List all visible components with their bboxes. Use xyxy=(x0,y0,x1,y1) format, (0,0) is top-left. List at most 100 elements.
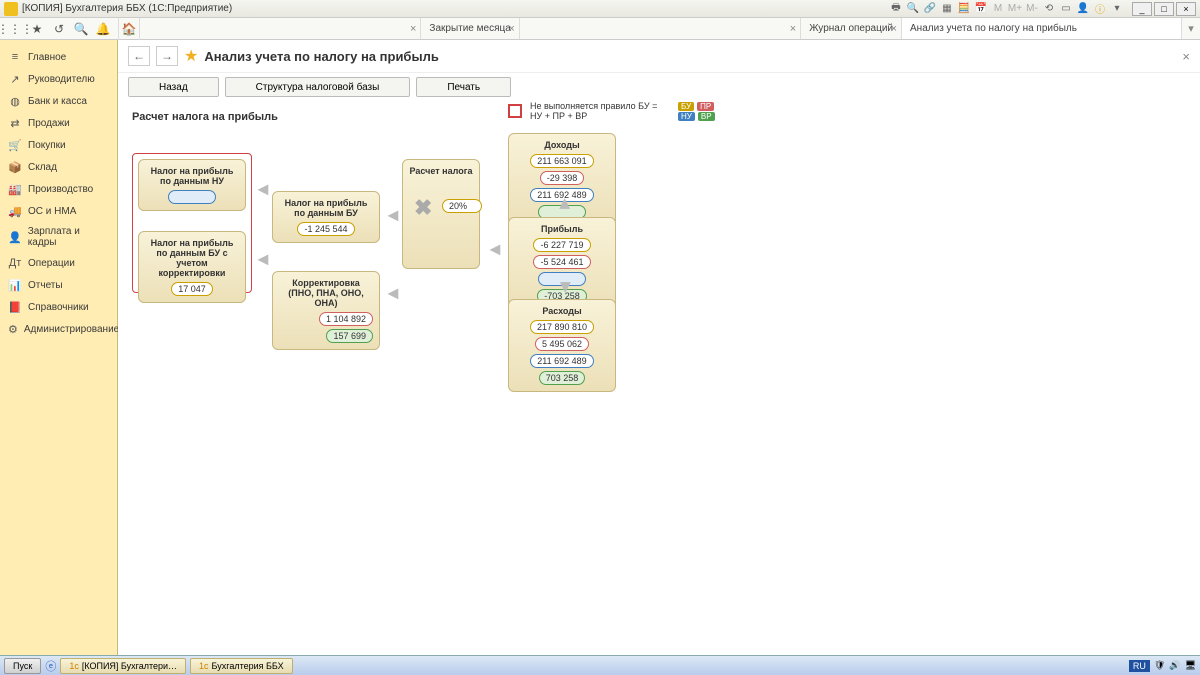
apps-icon[interactable]: ⋮⋮⋮ xyxy=(8,22,22,36)
tray-icon[interactable]: 🖥 xyxy=(1185,660,1196,671)
legend-vr: ВР xyxy=(698,112,715,121)
sidebar-item-reports[interactable]: 📊Отчеты xyxy=(0,274,117,296)
tab-analysis[interactable]: Анализ учета по налогу на прибыль xyxy=(902,18,1182,39)
arrow-icon: ◄ xyxy=(254,179,272,200)
diagram: Налог на прибыль по данным НУ Налог на п… xyxy=(132,143,1186,423)
sidebar-item-sales[interactable]: ⇄Продажи xyxy=(0,112,117,134)
cart-icon: 🛒 xyxy=(8,138,22,152)
taskbar: Пуск ⓔ 1c[КОПИЯ] Бухгалтери… 1cБухгалтер… xyxy=(0,655,1200,675)
canvas: Не выполняется правило БУ = НУ + ПР + ВР… xyxy=(118,101,1200,655)
arrow-icon: ◄ xyxy=(384,283,402,304)
nav-back-button[interactable]: ← xyxy=(128,46,150,66)
calc-icon[interactable]: 🧮 xyxy=(957,2,971,16)
sidebar-item-operations[interactable]: ДтОперации xyxy=(0,252,117,274)
legend-pr: ПР xyxy=(697,102,714,111)
favorite-icon[interactable]: ★ xyxy=(30,22,44,36)
tab-closing-month[interactable]: Закрытие месяца× xyxy=(421,18,519,39)
legend: Не выполняется правило БУ = НУ + ПР + ВР… xyxy=(508,101,715,121)
gear-icon: ⚙ xyxy=(8,322,18,336)
tabs-dropdown[interactable]: ▾ xyxy=(1182,18,1200,39)
sidebar-item-admin[interactable]: ⚙Администрирование xyxy=(0,318,117,340)
info-icon[interactable]: ⓘ xyxy=(1093,2,1107,16)
close-icon[interactable]: × xyxy=(891,23,897,35)
calc-percent: 20% xyxy=(442,199,482,213)
tab-empty-2[interactable]: × xyxy=(520,18,801,39)
tab-empty-1[interactable]: × xyxy=(140,18,421,39)
arrow-icon: ◄ xyxy=(486,239,504,260)
content-header: ← → ★ Анализ учета по налогу на прибыль … xyxy=(118,40,1200,73)
panel-icon[interactable]: ▭ xyxy=(1059,2,1073,16)
close-button[interactable]: × xyxy=(1176,2,1196,16)
sidebar-item-bank[interactable]: ◍Банк и касса xyxy=(0,90,117,112)
close-icon[interactable]: × xyxy=(790,23,796,35)
window-title: [КОПИЯ] Бухгалтерия ББХ (1С:Предприятие) xyxy=(22,3,889,14)
print-icon[interactable]: 🖶 xyxy=(889,2,903,16)
node-tax-bu[interactable]: Налог на прибыль по данным БУ -1 245 544 xyxy=(272,191,380,243)
window-titlebar: [КОПИЯ] Бухгалтерия ББХ (1С:Предприятие)… xyxy=(0,0,1200,18)
node-tax-bu-corr[interactable]: Налог на прибыль по данным БУ с учетом к… xyxy=(138,231,246,303)
close-icon[interactable]: × xyxy=(508,23,514,35)
grid-icon[interactable]: ▦ xyxy=(940,2,954,16)
legend-rule: Не выполняется правило БУ = НУ + ПР + ВР xyxy=(530,101,670,121)
sidebar-item-manager[interactable]: ↗Руководителю xyxy=(0,68,117,90)
dt-icon: Дт xyxy=(8,256,22,270)
nav-forward-button[interactable]: → xyxy=(156,46,178,66)
box-icon: 📦 xyxy=(8,160,22,174)
node-correction[interactable]: Корректировка (ПНО, ПНА, ОНО, ОНА) 1 104… xyxy=(272,271,380,350)
link-icon[interactable]: 🔗 xyxy=(923,2,937,16)
top-nav: ⋮⋮⋮ ★ ↺ 🔍 🔔 🏠 × Закрытие месяца× × Журна… xyxy=(0,18,1200,40)
close-icon[interactable]: × xyxy=(410,23,416,35)
sidebar-item-assets[interactable]: 🚚ОС и НМА xyxy=(0,200,117,222)
tray-icon[interactable]: 🛡 xyxy=(1154,660,1165,671)
start-button[interactable]: Пуск xyxy=(4,658,41,674)
node-tax-nu[interactable]: Налог на прибыль по данным НУ xyxy=(138,159,246,211)
sidebar-item-warehouse[interactable]: 📦Склад xyxy=(0,156,117,178)
sidebar-item-main[interactable]: ≡Главное xyxy=(0,46,117,68)
language-indicator[interactable]: RU xyxy=(1129,660,1150,672)
arrow-icon: ◄ xyxy=(554,195,575,213)
tray-icon[interactable]: 🔊 xyxy=(1169,660,1180,671)
back-icon[interactable]: ⟲ xyxy=(1042,2,1056,16)
taskbar-item-2[interactable]: 1cБухгалтерия ББХ xyxy=(190,658,293,674)
search-icon[interactable]: 🔍 xyxy=(906,2,920,16)
structure-button[interactable]: Структура налоговой базы xyxy=(225,77,411,97)
sidebar-item-production[interactable]: 🏭Производство xyxy=(0,178,117,200)
multiply-icon: ✖ xyxy=(414,195,432,221)
print-button[interactable]: Печать xyxy=(416,77,511,97)
minimize-button[interactable]: _ xyxy=(1132,2,1152,16)
titlebar-tools: 🖶 🔍 🔗 ▦ 🧮 📅 M M+ M- ⟲ ▭ 👤 ⓘ ▾ xyxy=(889,2,1124,16)
history-icon[interactable]: ↺ xyxy=(52,22,66,36)
factory-icon: 🏭 xyxy=(8,182,22,196)
arrow-icon: ↗ xyxy=(8,72,22,86)
calendar-icon[interactable]: 📅 xyxy=(974,2,988,16)
sidebar-item-payroll[interactable]: 👤Зарплата и кадры xyxy=(0,222,117,252)
sidebar-item-catalogs[interactable]: 📕Справочники xyxy=(0,296,117,318)
person-icon: 👤 xyxy=(8,230,22,244)
mminus-icon[interactable]: M- xyxy=(1025,2,1039,16)
tab-journal[interactable]: Журнал операций× xyxy=(801,18,902,39)
dropdown-icon[interactable]: ▾ xyxy=(1110,2,1124,16)
node-expense[interactable]: Расходы 217 890 810 5 495 062 211 692 48… xyxy=(508,299,616,392)
home-button[interactable]: 🏠 xyxy=(118,18,140,40)
sidebar-item-purchases[interactable]: 🛒Покупки xyxy=(0,134,117,156)
ie-icon[interactable]: ⓔ xyxy=(45,658,56,674)
star-icon[interactable]: ★ xyxy=(184,46,198,66)
mplus-icon[interactable]: M+ xyxy=(1008,2,1022,16)
arrow-icon: ◄ xyxy=(554,279,575,297)
m-icon[interactable]: M xyxy=(991,2,1005,16)
truck-icon: 🚚 xyxy=(8,204,22,218)
content-area: ← → ★ Анализ учета по налогу на прибыль … xyxy=(118,40,1200,655)
legend-bu: БУ xyxy=(678,102,694,111)
page-title: Анализ учета по налогу на прибыль xyxy=(204,49,438,64)
bell-icon[interactable]: 🔔 xyxy=(96,22,110,36)
book-icon: 📕 xyxy=(8,300,22,314)
user-icon[interactable]: 👤 xyxy=(1076,2,1090,16)
legend-square-icon xyxy=(508,104,522,118)
close-page-button[interactable]: × xyxy=(1182,49,1190,64)
back-button[interactable]: Назад xyxy=(128,77,219,97)
search-nav-icon[interactable]: 🔍 xyxy=(74,22,88,36)
sidebar: ≡Главное ↗Руководителю ◍Банк и касса ⇄Пр… xyxy=(0,40,118,655)
menu-icon: ≡ xyxy=(8,50,22,64)
taskbar-item-1[interactable]: 1c[КОПИЯ] Бухгалтери… xyxy=(60,658,186,674)
maximize-button[interactable]: □ xyxy=(1154,2,1174,16)
